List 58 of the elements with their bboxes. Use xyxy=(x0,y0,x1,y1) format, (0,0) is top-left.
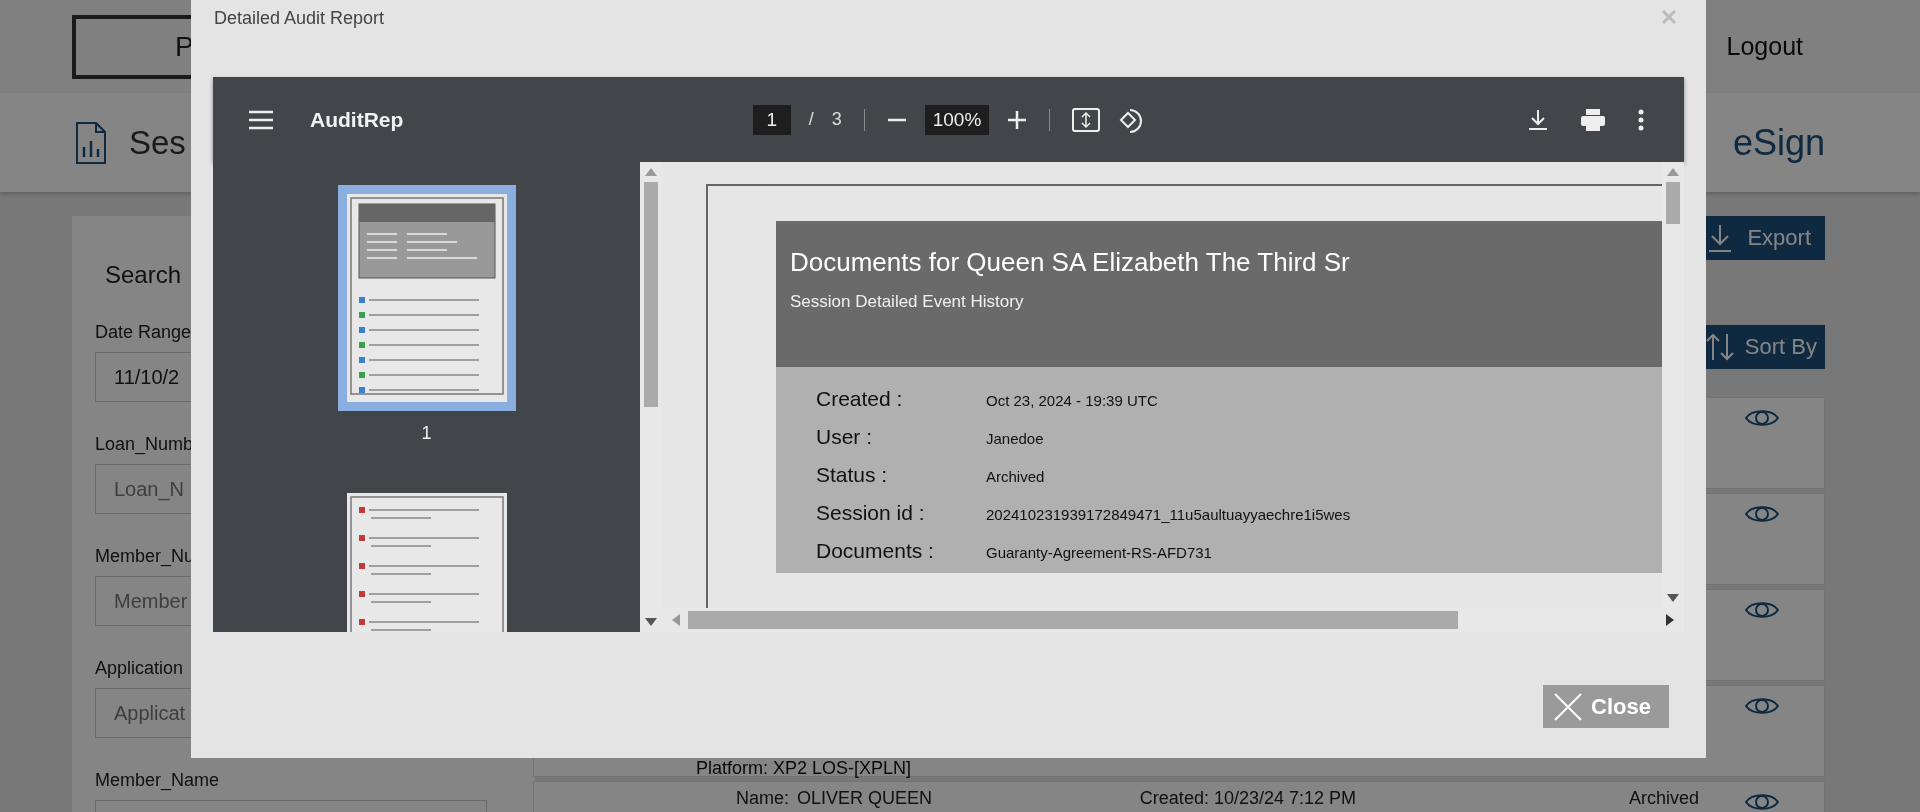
detail-label: Documents : xyxy=(816,539,935,563)
close-icon xyxy=(1553,691,1583,722)
page-separator: / xyxy=(808,109,814,130)
scrollbar[interactable] xyxy=(640,162,662,632)
zoom-in-icon[interactable] xyxy=(1007,109,1028,130)
download-icon xyxy=(1707,223,1734,253)
detail-label: Status : xyxy=(816,463,889,487)
dialog-title: Detailed Audit Report xyxy=(214,8,385,29)
field-label: Loan_Numb xyxy=(95,434,194,455)
panel-title: Search xyxy=(105,261,182,289)
detail-value: Guaranty-Agreement-RS-AFD731 xyxy=(986,544,1213,561)
more-options-icon[interactable] xyxy=(1638,108,1644,131)
report-icon xyxy=(75,120,107,165)
logo-text: P xyxy=(175,30,194,63)
scroll-thumb[interactable] xyxy=(1666,182,1680,224)
page-title: Ses xyxy=(129,123,186,162)
scroll-up-icon[interactable] xyxy=(1667,168,1679,176)
detail-value: Archived xyxy=(986,468,1046,485)
detail-label: Created : xyxy=(816,387,904,411)
download-icon[interactable] xyxy=(1528,108,1548,131)
detail-label: User : xyxy=(816,425,873,449)
field-label: Member_Nu xyxy=(95,546,195,567)
zoom-level[interactable]: 100% xyxy=(924,104,990,135)
scroll-down-icon[interactable] xyxy=(645,618,657,626)
scroll-down-icon[interactable] xyxy=(1667,594,1679,602)
member-name: OLIVER QUEEN xyxy=(797,788,933,808)
scroll-left-icon[interactable] xyxy=(672,614,680,626)
detail-label: Session id : xyxy=(816,501,926,525)
close-button[interactable]: Close xyxy=(1543,685,1669,728)
sort-icon xyxy=(1704,332,1735,362)
field-label: Member_Name xyxy=(95,770,220,791)
fit-page-icon[interactable] xyxy=(1072,107,1101,132)
scroll-right-icon[interactable] xyxy=(1666,614,1674,626)
field-label: Date Range xyxy=(95,322,192,343)
nav-link[interactable]: Logout xyxy=(1726,32,1803,61)
created-date: Created: 10/23/24 7:12 PM xyxy=(1139,788,1356,808)
detail-value: Oct 23, 2024 - 19:39 UTC xyxy=(986,392,1159,409)
page-total: 3 xyxy=(831,109,842,130)
report-subtitle: Session Detailed Event History xyxy=(790,292,1025,312)
session-status: Archived xyxy=(1628,788,1699,808)
file-name: AuditRep xyxy=(310,107,404,132)
detail-value: Janedoe xyxy=(986,430,1045,447)
menu-icon[interactable] xyxy=(248,109,274,130)
scroll-thumb[interactable] xyxy=(644,182,658,407)
session-card[interactable]: Name: OLIVER QUEEN Created: 10/23/24 7:12 PM Archived xyxy=(533,781,1825,812)
report-title: Documents for Queen SA Elizabeth The Third Sr xyxy=(790,247,1351,278)
detail-value: 202410231939172849471_11u5aultuayyaechre1i5wes xyxy=(986,506,1352,523)
product-name: eSign xyxy=(1732,121,1825,164)
page-label: 1 xyxy=(421,423,432,444)
page-thumbnail[interactable] xyxy=(337,185,516,411)
rotate-icon[interactable] xyxy=(1118,106,1145,133)
field-label: Application xyxy=(95,658,184,679)
page-number-field[interactable]: 1 xyxy=(752,104,791,135)
print-icon[interactable] xyxy=(1580,107,1606,132)
scroll-up-icon[interactable] xyxy=(645,168,657,176)
platform-text: Platform: XP2 LOS-[XPLN] xyxy=(696,758,912,778)
scroll-thumb[interactable] xyxy=(688,611,1458,629)
field-label: Name: xyxy=(735,787,789,810)
